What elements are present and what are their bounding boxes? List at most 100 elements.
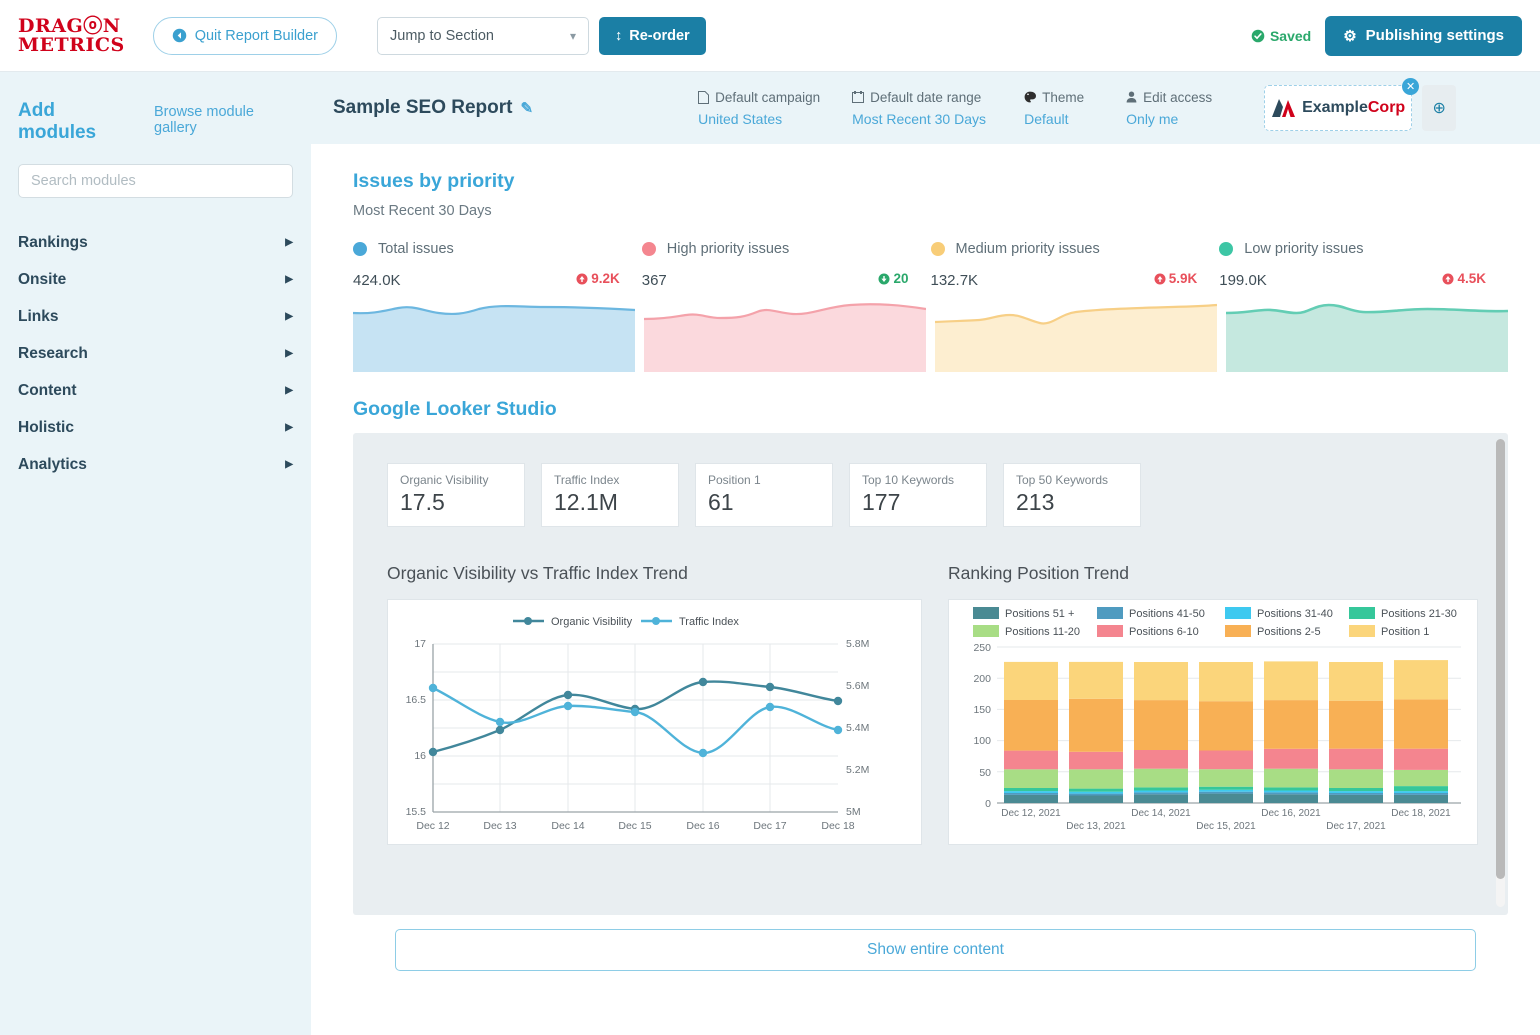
line-chart-title: Organic Visibility vs Traffic Index Tren… xyxy=(387,563,922,584)
meta-label: Theme xyxy=(1042,90,1084,105)
scorecard-position-1: Position 1 61 xyxy=(695,463,833,527)
bar-chart-title: Ranking Position Trend xyxy=(948,563,1478,584)
chevron-down-icon: ▾ xyxy=(570,29,576,43)
line-ytick-left-17: 17 xyxy=(414,638,426,650)
scorecard-label: Organic Visibility xyxy=(400,473,512,487)
document-icon xyxy=(698,91,709,104)
remove-logo-icon[interactable]: ✕ xyxy=(1402,78,1419,95)
scorecard-label: Position 1 xyxy=(708,473,820,487)
main-canvas: Sample SEO Report ✎ Default campaign Uni… xyxy=(311,72,1540,1035)
bar-xtick-dec-15-2021: Dec 15, 2021 xyxy=(1196,821,1256,832)
chevron-right-icon: ▶ xyxy=(285,459,293,470)
line-legend-organic-visibility: Organic Visibility xyxy=(551,616,633,628)
logo-text-a: Example xyxy=(1302,99,1368,116)
scorecard-label: Traffic Index xyxy=(554,473,666,487)
kpi-value: 367 xyxy=(642,272,667,289)
line-xtick-dec17: Dec 17 xyxy=(753,820,786,832)
kpi-delta: 9.2K xyxy=(576,271,620,286)
scorecard-label: Top 10 Keywords xyxy=(862,473,974,487)
reorder-label: Re-order xyxy=(629,28,689,44)
meta-value[interactable]: United States xyxy=(698,111,820,127)
show-entire-content-label: Show entire content xyxy=(867,941,1004,959)
publishing-settings-button[interactable]: ⚙ Publishing settings xyxy=(1325,16,1522,56)
legend-dot-icon xyxy=(931,242,945,256)
looker-chart-row: Organic Visibility vs Traffic Index Tren… xyxy=(387,563,1474,845)
calendar-icon xyxy=(852,91,864,103)
chevron-right-icon: ▶ xyxy=(285,274,293,285)
bar-xtick-dec-14-2021: Dec 14, 2021 xyxy=(1131,808,1191,819)
bar-xtick-dec-16-2021: Dec 16, 2021 xyxy=(1261,808,1321,819)
kpi-delta-value: 20 xyxy=(893,271,908,286)
line-xtick-dec18: Dec 18 xyxy=(821,820,854,832)
scorecard-top-10-keywords: Top 10 Keywords 177 xyxy=(849,463,987,527)
line-xtick-dec14: Dec 14 xyxy=(551,820,584,832)
report-logo-slot[interactable]: ✕ ExampleCorp xyxy=(1264,85,1412,131)
add-modules-title: Add modules xyxy=(18,100,132,144)
search-modules-input[interactable] xyxy=(18,164,293,198)
bar-xtick-dec-12-2021: Dec 12, 2021 xyxy=(1001,808,1061,819)
sidebar-item-links[interactable]: Links ▶ xyxy=(18,298,293,335)
page-title: Sample SEO Report ✎ xyxy=(333,97,533,119)
sidebar-item-onsite[interactable]: Onsite ▶ xyxy=(18,261,293,298)
line-ytick-right-5m: 5M xyxy=(846,806,861,818)
bar-xtick-dec-13-2021: Dec 13, 2021 xyxy=(1066,821,1126,832)
legend-dot-icon xyxy=(642,242,656,256)
kpi-values: 367 20 xyxy=(642,271,931,289)
meta-value[interactable]: Only me xyxy=(1126,111,1218,127)
kpi-delta-value: 9.2K xyxy=(591,271,620,286)
issues-sparkline-row xyxy=(353,300,1508,372)
palette-icon xyxy=(1024,91,1036,103)
kpi-values: 132.7K 5.9K xyxy=(931,271,1220,289)
line-ytick-left-16p5: 16.5 xyxy=(406,694,427,706)
line-xtick-dec12: Dec 12 xyxy=(416,820,449,832)
sidebar-item-analytics[interactable]: Analytics ▶ xyxy=(18,446,293,483)
add-logo-button[interactable]: ⊕ xyxy=(1422,85,1456,131)
meta-value[interactable]: Most Recent 30 Days xyxy=(852,111,992,127)
reorder-button[interactable]: ↕ Re-order xyxy=(599,17,706,55)
sidebar-item-research[interactable]: Research ▶ xyxy=(18,335,293,372)
sidebar: Add modules Browse module gallery Rankin… xyxy=(0,72,311,1035)
chevron-right-icon: ▶ xyxy=(285,348,293,359)
meta-theme: Theme Default xyxy=(1024,90,1094,127)
check-circle-icon xyxy=(1251,29,1265,43)
sidebar-item-label: Links xyxy=(18,308,58,326)
looker-studio-embed: Organic Visibility 17.5 Traffic Index 12… xyxy=(353,433,1508,915)
browse-module-gallery-link[interactable]: Browse module gallery xyxy=(154,104,293,136)
line-chart-card: Organic Visibility Traffic Index xyxy=(387,599,922,845)
looker-scrollbar-thumb[interactable] xyxy=(1496,439,1505,879)
bar-legend-positions-6-10: Positions 6-10 xyxy=(1129,626,1199,638)
bar-stack-dec-12 xyxy=(1004,661,1058,802)
scorecard-label: Top 50 Keywords xyxy=(1016,473,1128,487)
sidebar-item-rankings[interactable]: Rankings ▶ xyxy=(18,224,293,261)
dragon-metrics-logo[interactable]: DRAGⓞN METRICS xyxy=(18,17,125,55)
scorecard-traffic-index: Traffic Index 12.1M xyxy=(541,463,679,527)
line-xtick-dec16: Dec 16 xyxy=(686,820,719,832)
bar-stack-dec-17 xyxy=(1329,662,1383,803)
topbar-right-group: Saved ⚙ Publishing settings xyxy=(1251,16,1522,56)
kpi-high-priority-issues: High priority issues 367 20 xyxy=(642,241,931,289)
edit-pencil-icon[interactable]: ✎ xyxy=(521,99,534,117)
report-meta-group: Default campaign United States Default d… xyxy=(698,85,1456,131)
sidebar-item-content[interactable]: Content ▶ xyxy=(18,372,293,409)
line-chart-svg: Organic Visibility Traffic Index xyxy=(388,600,921,839)
jump-to-section-select-wrap: Jump to Section ▾ xyxy=(377,17,589,55)
kpi-legend: Low priority issues xyxy=(1219,241,1508,257)
bar-ytick-200: 200 xyxy=(973,673,991,685)
scorecard-value: 213 xyxy=(1016,489,1128,516)
meta-label-row: Edit access xyxy=(1126,90,1218,105)
arrow-left-circle-icon xyxy=(172,28,187,43)
show-entire-content-button[interactable]: Show entire content xyxy=(395,929,1476,971)
chevron-right-icon: ▶ xyxy=(285,237,293,248)
line-ytick-left-16: 16 xyxy=(414,750,426,762)
sidebar-item-holistic[interactable]: Holistic ▶ xyxy=(18,409,293,446)
bar-ytick-150: 150 xyxy=(973,704,991,716)
sidebar-header: Add modules Browse module gallery xyxy=(18,100,293,144)
kpi-delta: 20 xyxy=(878,271,908,286)
jump-to-section-select[interactable]: Jump to Section ▾ xyxy=(377,17,589,55)
quit-report-builder-button[interactable]: Quit Report Builder xyxy=(153,17,337,55)
gear-icon: ⚙ xyxy=(1343,27,1356,45)
chevron-right-icon: ▶ xyxy=(285,385,293,396)
meta-value[interactable]: Default xyxy=(1024,111,1094,127)
app-body: Add modules Browse module gallery Rankin… xyxy=(0,72,1540,1035)
bar-ytick-250: 250 xyxy=(973,642,991,654)
